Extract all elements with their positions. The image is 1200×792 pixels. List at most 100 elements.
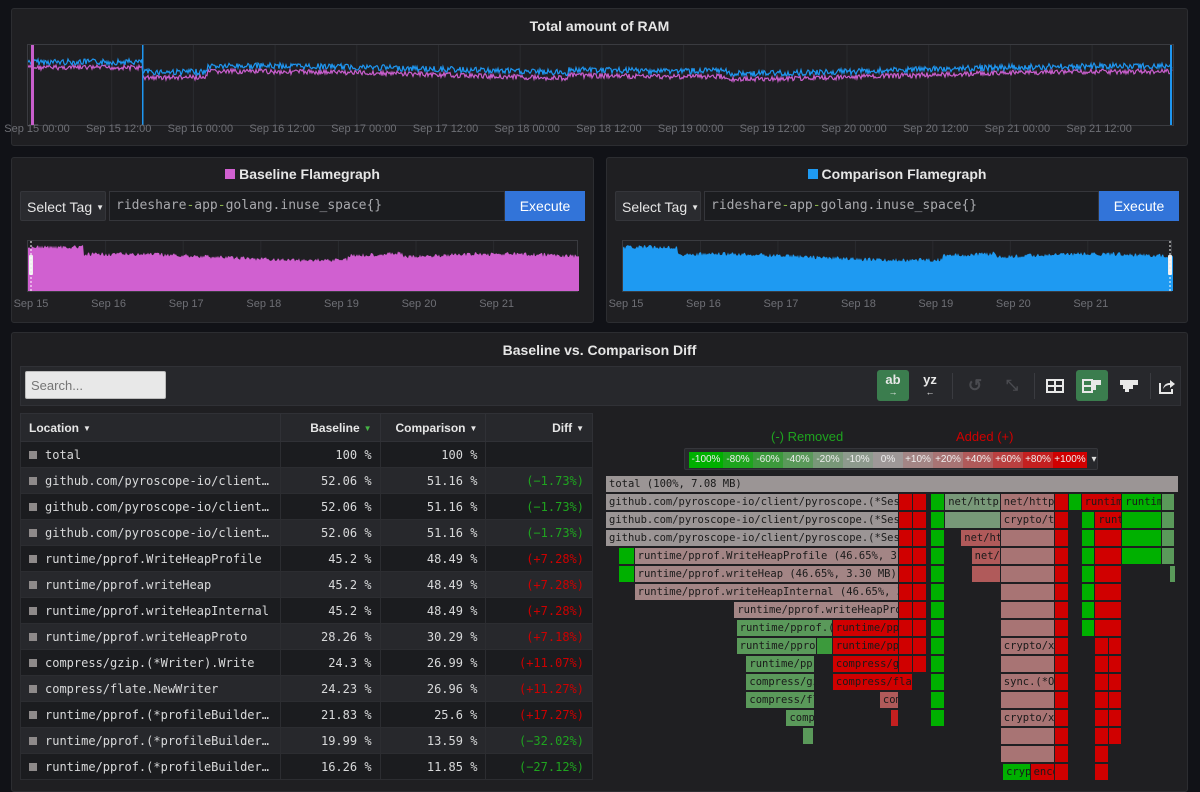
flamegraph-node[interactable]: crypto/tls	[1000, 512, 1056, 529]
sort-by-name-button[interactable]: ab →	[877, 370, 909, 401]
flamegraph-node[interactable]	[1095, 692, 1110, 709]
comparison-selection-marker[interactable]	[142, 45, 144, 125]
flamegraph-node[interactable]	[931, 512, 946, 529]
scale-step[interactable]: +80%	[1023, 452, 1053, 468]
flamegraph-node[interactable]	[1068, 494, 1082, 511]
flamegraph-node[interactable]: runtime/pprof	[832, 620, 899, 637]
flamegraph-node[interactable]	[1055, 584, 1069, 601]
flamegraph-node[interactable]	[1055, 602, 1069, 619]
flamegraph-node[interactable]	[913, 638, 927, 655]
flamegraph-node[interactable]: runtime/pprof.writeHeapInternal (46.65%,…	[634, 584, 900, 601]
flamegraph-node[interactable]	[1122, 512, 1163, 529]
flamegraph-node[interactable]: runtime/pprof.	[736, 638, 817, 655]
flamegraph-node[interactable]	[1055, 746, 1069, 763]
flamegraph-node[interactable]: github.com/pyroscope-io/client/pyroscope…	[606, 512, 900, 529]
flamegraph-node[interactable]	[913, 566, 927, 583]
flamegraph-node[interactable]	[1109, 674, 1123, 691]
flamegraph-node[interactable]	[802, 728, 814, 745]
flamegraph-node[interactable]	[1095, 602, 1123, 619]
table-row[interactable]: github.com/pyroscope-io/client… 52.06 % 51…	[20, 519, 593, 546]
flamegraph-node[interactable]	[913, 602, 927, 619]
flamegraph-node[interactable]: encod	[1030, 764, 1056, 780]
flamegraph-node[interactable]	[1000, 602, 1056, 619]
flamegraph-node[interactable]	[899, 638, 914, 655]
flamegraph-node[interactable]: comp	[786, 710, 816, 727]
column-location[interactable]: Location ▼	[20, 413, 281, 442]
flamegraph-node[interactable]	[1000, 584, 1056, 601]
flamegraph-node[interactable]	[913, 494, 927, 511]
table-row[interactable]: total 100 % 100 %	[20, 441, 593, 468]
diff-flamegraph[interactable]: total (100%, 7.08 MB) github.com/pyroscop…	[606, 476, 1181, 780]
flamegraph-node[interactable]	[1000, 728, 1056, 745]
comparison-timeline[interactable]	[622, 240, 1173, 292]
flamegraph-node[interactable]	[1055, 728, 1069, 745]
flamegraph-node[interactable]	[891, 710, 899, 727]
table-and-flamegraph-view-button[interactable]	[1076, 370, 1108, 401]
flamegraph-node[interactable]	[1000, 746, 1056, 763]
flamegraph-node[interactable]: runtime	[1122, 494, 1163, 511]
baseline-query-input[interactable]: rideshare-app-golang.inuse_space{}	[109, 191, 505, 221]
flamegraph-node[interactable]	[1109, 656, 1123, 673]
flamegraph-node[interactable]	[913, 584, 927, 601]
flamegraph-node[interactable]	[945, 512, 1001, 529]
flamegraph-node[interactable]	[931, 494, 946, 511]
flamegraph-node[interactable]	[1095, 530, 1123, 547]
table-row[interactable]: runtime/pprof.(*profileBuilder… 19.99 % 13…	[20, 727, 593, 754]
table-row[interactable]: compress/flate.NewWriter 24.23 % 26.96 % (+…	[20, 675, 593, 702]
flamegraph-node[interactable]	[913, 620, 927, 637]
flamegraph-node[interactable]	[913, 548, 927, 565]
flamegraph-node[interactable]: net/h	[971, 548, 1001, 565]
search-input[interactable]	[25, 371, 166, 399]
baseline-timeline-svg[interactable]	[28, 241, 579, 291]
flamegraph-node[interactable]	[931, 674, 946, 691]
flamegraph-node[interactable]	[1122, 548, 1163, 565]
flamegraph-node[interactable]: github.com/pyroscope-io/client/pyroscope…	[606, 530, 900, 547]
flamegraph-node[interactable]	[1095, 584, 1123, 601]
flamegraph-node[interactable]: cryp	[1003, 764, 1031, 780]
flamegraph-node[interactable]	[931, 602, 946, 619]
flamegraph-node[interactable]	[1095, 674, 1110, 691]
flamegraph-node[interactable]	[1122, 530, 1163, 547]
comparison-execute-button[interactable]: Execute	[1099, 191, 1179, 221]
flamegraph-node[interactable]	[931, 638, 946, 655]
flamegraph-node[interactable]	[1055, 530, 1069, 547]
flamegraph-node[interactable]	[1000, 548, 1056, 565]
flamegraph-node[interactable]	[931, 692, 946, 709]
flamegraph-node[interactable]: compress/flate	[746, 692, 816, 709]
flamegraph-node[interactable]: runtime/pprof	[832, 638, 899, 655]
flamegraph-node[interactable]	[899, 566, 914, 583]
baseline-select-tag[interactable]: Select Tag ▼	[20, 191, 106, 221]
flamegraph-node[interactable]	[619, 548, 635, 565]
flamegraph-node[interactable]: sync.(*On	[1000, 674, 1056, 691]
flamegraph-node[interactable]: runtime	[1081, 494, 1123, 511]
flamegraph-node[interactable]: compress/gzip	[832, 656, 899, 673]
comparison-selection-marker[interactable]	[1170, 45, 1172, 125]
flamegraph-node[interactable]	[1081, 602, 1096, 619]
flamegraph-node[interactable]	[1055, 692, 1069, 709]
flamegraph-node[interactable]	[1095, 710, 1110, 727]
flamegraph-node[interactable]	[1055, 566, 1069, 583]
flamegraph-node[interactable]	[1081, 512, 1096, 529]
flamegraph-node[interactable]	[1162, 512, 1175, 529]
table-row[interactable]: runtime/pprof.writeHeapProto 28.26 % 30.29…	[20, 623, 593, 650]
flamegraph-node[interactable]: compress/gzip	[746, 674, 816, 691]
scale-step[interactable]: 0%	[873, 452, 903, 468]
flamegraph-node[interactable]: crypto/x5	[1000, 710, 1056, 727]
flamegraph-node[interactable]	[931, 710, 946, 727]
flamegraph-node[interactable]	[1055, 638, 1069, 655]
flamegraph-node[interactable]	[1109, 692, 1123, 709]
scale-step[interactable]: -40%	[783, 452, 813, 468]
flamegraph-node[interactable]	[1055, 494, 1069, 511]
flamegraph-node[interactable]	[1095, 656, 1110, 673]
flamegraph-node[interactable]: runtime/pprof.writeHeapProto	[734, 602, 900, 619]
flamegraph-node[interactable]	[899, 548, 914, 565]
flamegraph-node[interactable]	[1162, 530, 1175, 547]
flamegraph-node[interactable]: runt:	[1095, 512, 1123, 529]
flamegraph-node[interactable]	[1055, 512, 1069, 529]
flamegraph-node[interactable]	[899, 530, 914, 547]
flamegraph-node[interactable]	[1095, 728, 1110, 745]
flamegraph-node[interactable]: runtime/pprof.writeHeap (46.65%, 3.30 MB…	[634, 566, 900, 583]
flamegraph-node[interactable]	[1081, 566, 1096, 583]
flamegraph-node[interactable]	[1081, 584, 1096, 601]
flamegraph-node[interactable]: net/http.	[1000, 494, 1056, 511]
